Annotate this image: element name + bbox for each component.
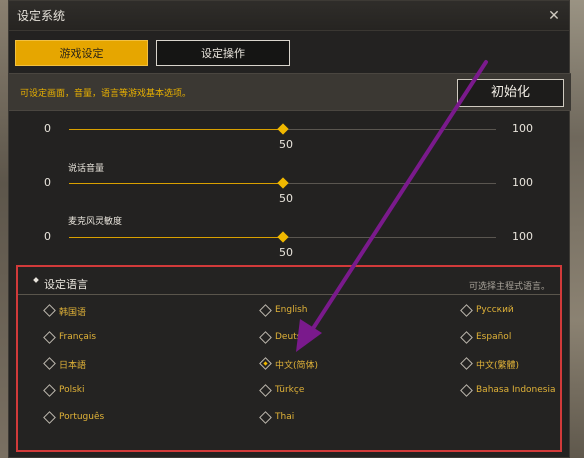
background-right: [570, 0, 584, 458]
language-label: Português: [59, 412, 105, 422]
radio-diamond-icon: [43, 357, 56, 370]
tab-bar: 游戏设定 设定操作: [15, 40, 290, 66]
language-label: 韩国语: [59, 308, 87, 318]
slider-max: 100: [512, 230, 533, 243]
radio-diamond-icon: [460, 304, 473, 317]
mic-sensitivity-label: 麦克风灵敏度: [68, 217, 123, 227]
slider-min: 0: [44, 230, 51, 243]
language-label: 日本語: [59, 361, 87, 371]
close-button[interactable]: ✕: [545, 7, 563, 25]
slider-min: 0: [44, 122, 51, 135]
slider-value: 50: [279, 138, 293, 151]
slider-fill: [69, 237, 283, 238]
background-left: [0, 0, 8, 458]
language-title: 设定语言: [44, 278, 88, 291]
slider-track[interactable]: [69, 177, 496, 189]
info-text: 可设定画面，音量，语言等游戏基本选项。: [20, 89, 192, 99]
language-label: Türkçe: [275, 385, 305, 395]
language-label: English: [275, 305, 308, 315]
voice-volume-label: 说话音量: [68, 164, 105, 174]
language-label: Русский: [476, 305, 514, 315]
language-label: Thai: [275, 412, 295, 422]
tab-game-settings[interactable]: 游戏设定: [15, 40, 148, 66]
radio-diamond-icon: [259, 304, 272, 317]
voice-volume-slider-row: 0 100 50: [9, 176, 571, 206]
slider-handle[interactable]: [276, 177, 289, 189]
radio-diamond-icon: [43, 411, 56, 424]
slider-fill: [69, 129, 283, 130]
language-label: 中文(繁體): [476, 361, 520, 371]
radio-diamond-icon: [43, 304, 56, 317]
radio-diamond-icon: [43, 331, 56, 344]
radio-diamond-icon: [259, 411, 272, 424]
slider-value: 50: [279, 246, 293, 259]
radio-diamond-icon: [259, 384, 272, 397]
radio-diamond-icon: [259, 357, 272, 370]
slider-max: 100: [512, 122, 533, 135]
slider-track[interactable]: [69, 231, 496, 243]
radio-diamond-icon: [460, 357, 473, 370]
language-label: Deutsch: [275, 332, 313, 342]
slider-handle[interactable]: [276, 123, 289, 135]
volume-slider-row: 0 100 50: [9, 122, 571, 152]
radio-diamond-icon: [259, 331, 272, 344]
language-label: Bahasa Indonesia: [476, 385, 556, 395]
mic-sensitivity-slider-row: 0 100 50: [9, 230, 571, 260]
window-title: 设定系统: [9, 1, 569, 31]
bullet-icon: [33, 277, 39, 283]
slider-track[interactable]: [69, 123, 496, 135]
radio-diamond-icon: [43, 384, 56, 397]
slider-handle[interactable]: [276, 231, 289, 243]
slider-value: 50: [279, 192, 293, 205]
slider-fill: [69, 183, 283, 184]
language-header: 设定语言 可选择主程式语言。: [18, 267, 560, 295]
settings-window: 设定系统 ✕ 游戏设定 设定操作 可设定画面，音量，语言等游戏基本选项。 初始化…: [8, 0, 571, 458]
slider-max: 100: [512, 176, 533, 189]
tab-control-settings[interactable]: 设定操作: [156, 40, 290, 66]
radio-diamond-icon: [460, 331, 473, 344]
radio-diamond-icon: [460, 384, 473, 397]
language-panel: 设定语言 可选择主程式语言。 韩国语 English Русский Franç…: [16, 265, 562, 452]
initialize-button[interactable]: 初始化: [457, 79, 564, 107]
language-label: Polski: [59, 385, 85, 395]
language-label: 中文(简体): [275, 361, 319, 371]
language-label: Français: [59, 332, 97, 342]
language-label: Español: [476, 332, 512, 342]
language-hint: 可选择主程式语言。: [468, 282, 550, 292]
slider-min: 0: [44, 176, 51, 189]
info-bar: 可设定画面，音量，语言等游戏基本选项。 初始化: [9, 73, 571, 111]
